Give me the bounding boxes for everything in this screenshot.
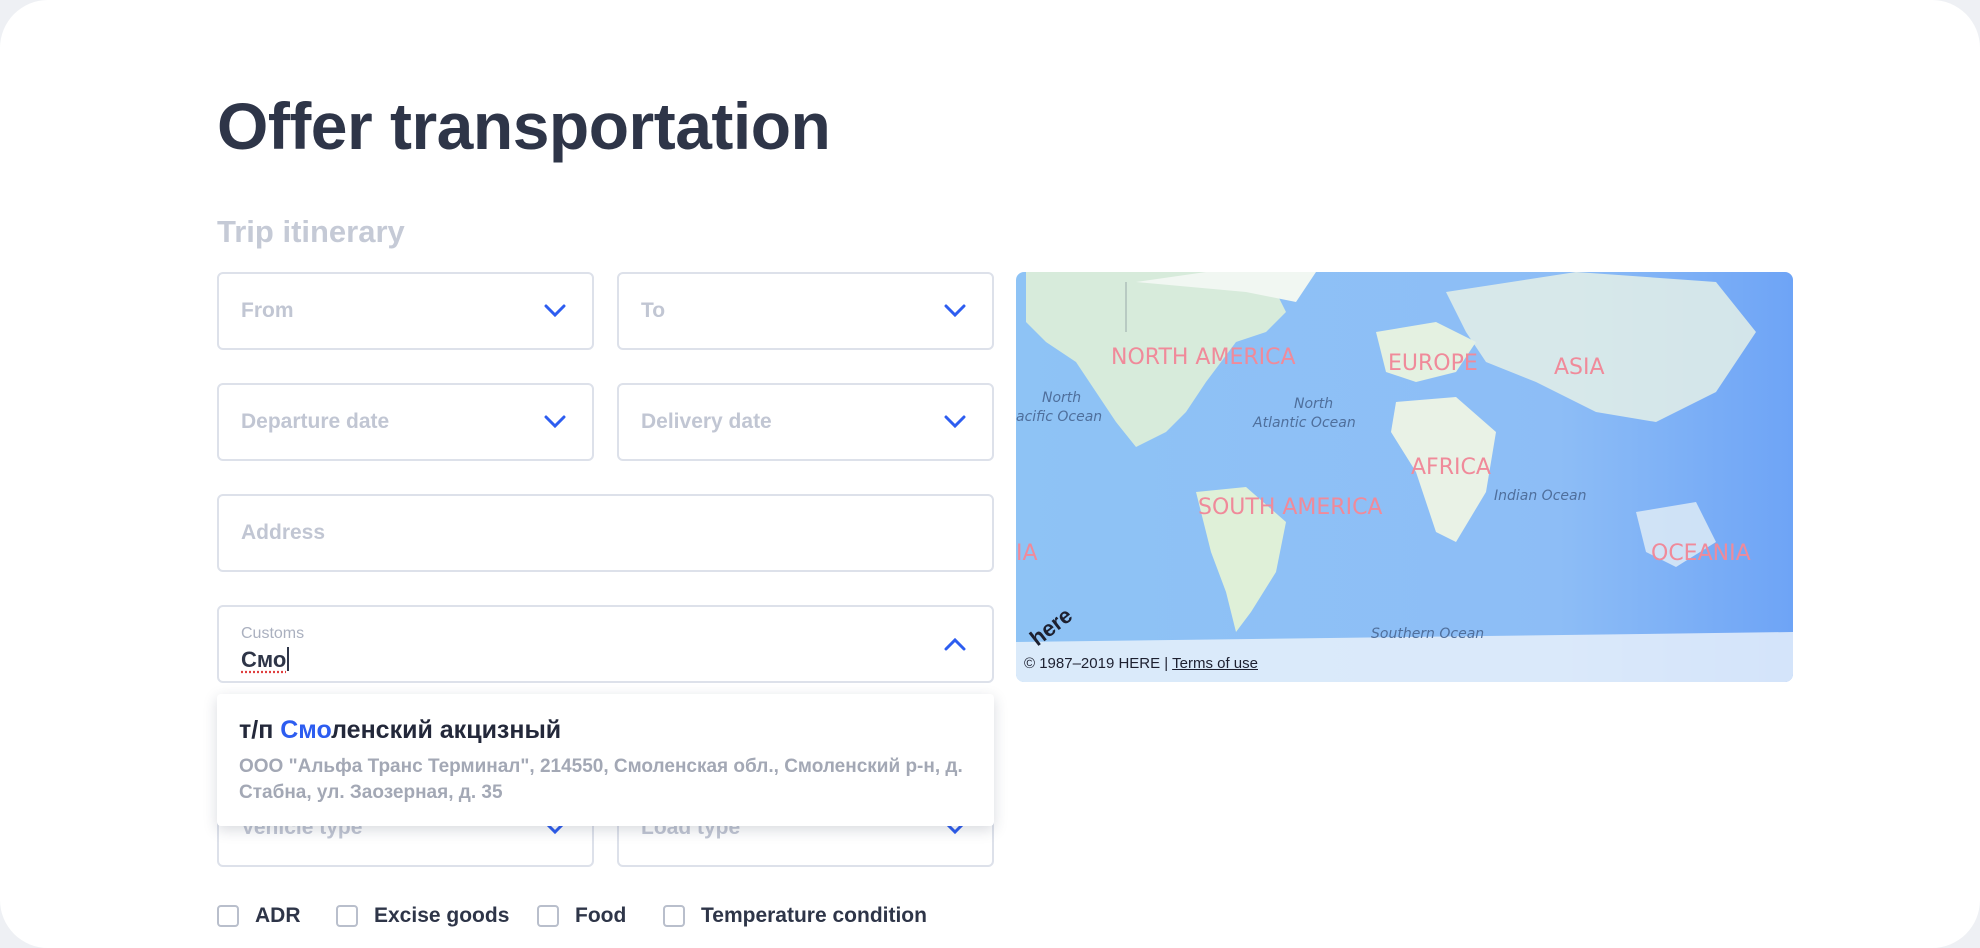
map-copyright-text: © 1987–2019 HERE | <box>1024 655 1173 672</box>
map-label-europe: EUROPE <box>1388 351 1478 376</box>
map-label-north-america: NORTH AMERICA <box>1111 345 1296 370</box>
map-label-north-atlantic-1: North <box>1294 396 1333 412</box>
page-title: Offer transportation <box>217 89 831 163</box>
suggestion-option[interactable]: т/п Смоленский акцизный <box>239 716 561 745</box>
customs-value[interactable]: Смо <box>241 647 289 673</box>
terms-of-use-link[interactable]: Terms of use <box>1172 655 1258 672</box>
checkbox-box[interactable] <box>663 905 685 927</box>
map-label-partial: IA <box>1016 541 1038 566</box>
suggestion-details: ООО "Альфа Транс Терминал", 214550, Смол… <box>239 756 963 803</box>
chevron-up-icon[interactable] <box>944 637 966 651</box>
map-label-oceania: OCEANIA <box>1651 541 1751 566</box>
checkbox-label: ADR <box>255 904 301 927</box>
checkbox-box[interactable] <box>537 905 559 927</box>
map-label-north-atlantic-2: Atlantic Ocean <box>1252 415 1356 431</box>
map-label-south-america: SOUTH AMERICA <box>1198 495 1382 520</box>
chevron-down-icon <box>944 304 966 318</box>
map-label-africa: AFRICA <box>1411 455 1491 480</box>
suggestion-rest: ленский акцизный <box>331 716 562 744</box>
to-select[interactable]: To <box>617 272 994 350</box>
map-labels: NORTH AMERICA EUROPE ASIA AFRICA SOUTH A… <box>1016 345 1751 642</box>
customs-label: Customs <box>241 625 305 642</box>
world-map[interactable]: NORTH AMERICA EUROPE ASIA AFRICA SOUTH A… <box>1016 272 1793 682</box>
address-input[interactable]: Address <box>217 494 994 572</box>
checkbox-box[interactable] <box>336 905 358 927</box>
from-select[interactable]: From <box>217 272 594 350</box>
map-label-southern-ocean: Southern Ocean <box>1371 626 1484 642</box>
checkbox-adr[interactable]: ADR <box>217 901 301 931</box>
customs-suggestions-dropdown: т/п Смоленский акцизный ООО "Альфа Транс… <box>217 694 994 826</box>
delivery-date-placeholder: Delivery date <box>641 410 772 433</box>
map-label-asia: ASIA <box>1554 355 1605 380</box>
map-copyright: © 1987–2019 HERE | Terms of use <box>1024 655 1258 672</box>
map-label-north-pacific-2: acific Ocean <box>1016 409 1102 425</box>
delivery-date-picker[interactable]: Delivery date <box>617 383 994 461</box>
checkbox-box[interactable] <box>217 905 239 927</box>
suggestion-prefix: т/п <box>239 716 281 744</box>
checkbox-food[interactable]: Food <box>537 901 626 931</box>
checkbox-label: Food <box>575 904 627 927</box>
suggestion-match: Смо <box>280 716 332 744</box>
address-placeholder: Address <box>241 521 326 544</box>
checkbox-label: Temperature condition <box>701 904 927 927</box>
checkbox-temperature-condition[interactable]: Temperature condition <box>663 901 927 931</box>
departure-date-placeholder: Departure date <box>241 410 390 433</box>
section-title-trip-itinerary: Trip itinerary <box>217 214 405 249</box>
departure-date-picker[interactable]: Departure date <box>217 383 594 461</box>
offer-card: Offer transportation Trip itinerary From… <box>0 0 1980 948</box>
map-label-indian-ocean: Indian Ocean <box>1494 488 1586 504</box>
chevron-down-icon <box>944 415 966 429</box>
map-label-north-pacific-1: North <box>1042 390 1081 406</box>
checkbox-label: Excise goods <box>374 904 510 927</box>
checkbox-excise-goods[interactable]: Excise goods <box>336 901 509 931</box>
from-placeholder: From <box>241 299 294 322</box>
customs-input[interactable]: Customs Смо <box>217 605 994 683</box>
to-placeholder: To <box>641 299 666 322</box>
chevron-down-icon <box>544 415 566 429</box>
chevron-down-icon <box>544 304 566 318</box>
